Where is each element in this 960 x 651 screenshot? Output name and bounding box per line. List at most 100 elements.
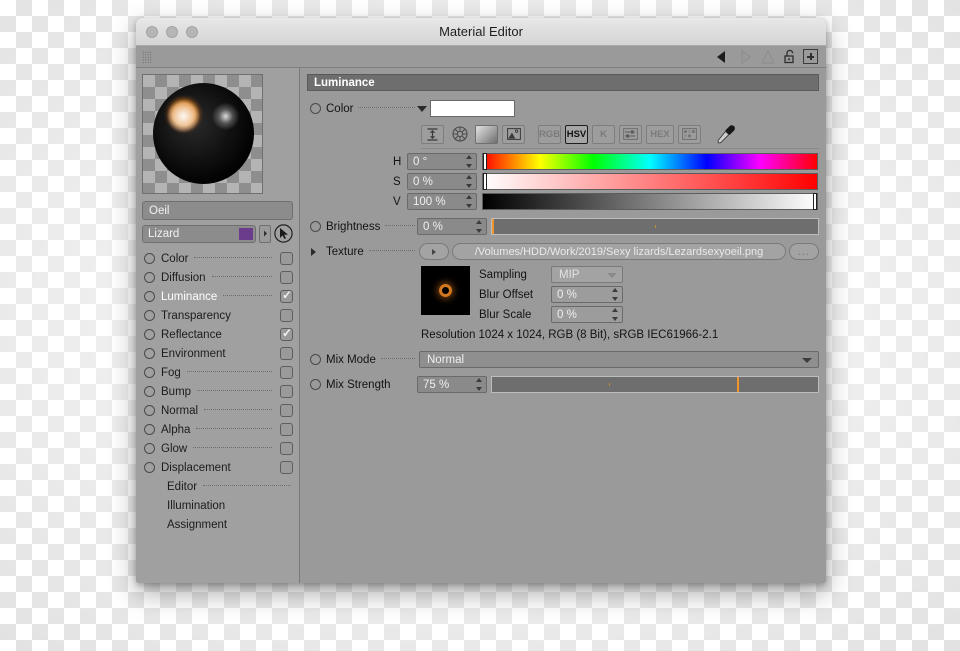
- swatches-button[interactable]: [678, 124, 701, 144]
- channel-row[interactable]: Glow: [142, 439, 293, 458]
- texture-path-field[interactable]: /Volumes/HDD/Work/2019/Sexy lizards/Leza…: [452, 243, 786, 260]
- channel-row-luminance[interactable]: Luminance: [142, 287, 293, 306]
- channel-checkbox[interactable]: [280, 288, 293, 303]
- channel-radio[interactable]: [144, 253, 155, 264]
- mix-strength-value-field[interactable]: 75 %: [417, 376, 487, 393]
- saturation-handle[interactable]: [483, 173, 487, 190]
- channel-row[interactable]: Transparency: [142, 306, 293, 325]
- texture-thumbnail[interactable]: [421, 266, 470, 315]
- value-gradient-slider[interactable]: [482, 193, 818, 210]
- brightness-slider-handle[interactable]: [492, 219, 494, 234]
- channel-row[interactable]: Environment: [142, 344, 293, 363]
- channel-checkbox[interactable]: [280, 442, 293, 455]
- channel-radio[interactable]: [144, 386, 155, 397]
- collapse-icon-button[interactable]: [421, 124, 444, 144]
- channel-radio[interactable]: [144, 424, 155, 435]
- brightness-value-field[interactable]: 0 %: [417, 218, 487, 235]
- channel-checkbox[interactable]: [280, 423, 293, 436]
- value-handle[interactable]: [813, 193, 817, 210]
- channel-radio[interactable]: [144, 329, 155, 340]
- channel-checkbox[interactable]: [280, 461, 293, 474]
- channel-row[interactable]: Color: [142, 249, 293, 268]
- tag-color-swatch[interactable]: [239, 227, 253, 240]
- channel-radio[interactable]: [144, 405, 155, 416]
- channel-row[interactable]: Normal: [142, 401, 293, 420]
- color-mode-hex-button[interactable]: HEX: [646, 124, 674, 144]
- saturation-gradient-slider[interactable]: [482, 173, 818, 190]
- h-stepper[interactable]: [465, 155, 473, 168]
- color-mode-k-button[interactable]: K: [592, 124, 615, 144]
- channel-radio[interactable]: [144, 462, 155, 473]
- channel-row[interactable]: Reflectance: [142, 325, 293, 344]
- hue-gradient-slider[interactable]: [482, 153, 818, 170]
- channel-row[interactable]: Alpha: [142, 420, 293, 439]
- material-preview[interactable]: [142, 74, 263, 194]
- channel-checkbox[interactable]: [280, 404, 293, 417]
- s-stepper[interactable]: [465, 175, 473, 188]
- texture-expand-icon[interactable]: [311, 247, 316, 256]
- pick-cursor-icon[interactable]: [274, 224, 293, 243]
- channel-checkbox[interactable]: [280, 326, 293, 341]
- mix-strength-stepper[interactable]: [475, 378, 483, 391]
- v-value-field[interactable]: 100 %: [407, 193, 477, 210]
- s-value-field[interactable]: 0 %: [407, 173, 477, 190]
- mix-mode-animate-radio[interactable]: [310, 354, 321, 365]
- brightness-stepper[interactable]: [475, 220, 483, 233]
- channel-checkbox[interactable]: [280, 252, 293, 265]
- brightness-animate-radio[interactable]: [310, 221, 321, 232]
- color-wheel-button[interactable]: [448, 125, 471, 144]
- texture-preview-button[interactable]: [419, 243, 449, 260]
- up-arrow-icon[interactable]: [760, 49, 776, 64]
- unlocked-padlock-icon[interactable]: [783, 49, 796, 64]
- hue-handle[interactable]: [483, 153, 487, 170]
- channel-row[interactable]: Displacement: [142, 458, 293, 477]
- channel-row[interactable]: Fog: [142, 363, 293, 382]
- color-mode-rgb-button[interactable]: RGB: [538, 124, 561, 144]
- plus-box-icon[interactable]: [803, 49, 818, 64]
- forward-arrow-icon[interactable]: [737, 49, 753, 64]
- h-value-field[interactable]: 0 °: [407, 153, 477, 170]
- mix-strength-slider[interactable]: [491, 376, 819, 393]
- sampling-select[interactable]: MIP: [551, 266, 623, 283]
- channel-radio[interactable]: [144, 272, 155, 283]
- mix-mode-select[interactable]: Normal: [419, 351, 819, 368]
- channel-row[interactable]: Bump: [142, 382, 293, 401]
- channel-row[interactable]: Diffusion: [142, 268, 293, 287]
- tag-expand-button[interactable]: [259, 224, 271, 243]
- channel-checkbox[interactable]: [280, 271, 293, 284]
- v-stepper[interactable]: [465, 195, 473, 208]
- blur-scale-stepper[interactable]: [611, 308, 619, 321]
- sidebar-item-assignment[interactable]: Assignment: [142, 515, 293, 534]
- brightness-slider[interactable]: [491, 218, 819, 235]
- channel-radio[interactable]: [144, 367, 155, 378]
- toolbar-grip-icon[interactable]: [142, 50, 152, 63]
- blur-offset-field[interactable]: 0 %: [551, 286, 623, 303]
- mix-strength-slider-handle[interactable]: [736, 377, 739, 392]
- eyedropper-icon[interactable]: [715, 124, 737, 144]
- color-swatch[interactable]: [430, 100, 515, 117]
- channel-radio[interactable]: [144, 348, 155, 359]
- back-arrow-icon[interactable]: [714, 50, 730, 64]
- channel-checkbox[interactable]: [280, 309, 293, 322]
- sliders-toggle-button[interactable]: [619, 124, 642, 144]
- rgb-label: RGB: [538, 128, 561, 140]
- blur-scale-field[interactable]: 0 %: [551, 306, 623, 323]
- channel-radio[interactable]: [144, 310, 155, 321]
- texture-browse-button[interactable]: ...: [789, 243, 819, 260]
- channel-checkbox[interactable]: [280, 347, 293, 360]
- tag-name-field[interactable]: Lizard: [142, 224, 256, 243]
- material-name-field[interactable]: Oeil: [142, 201, 293, 220]
- sidebar-item-illumination[interactable]: Illumination: [142, 496, 293, 515]
- gradient-swatch-button[interactable]: [475, 124, 498, 144]
- channel-radio[interactable]: [144, 291, 155, 302]
- channel-radio[interactable]: [144, 443, 155, 454]
- image-picker-button[interactable]: [502, 124, 525, 144]
- mix-strength-animate-radio[interactable]: [310, 379, 321, 390]
- channel-checkbox[interactable]: [280, 385, 293, 398]
- blur-offset-stepper[interactable]: [611, 288, 619, 301]
- color-animate-radio[interactable]: [310, 103, 321, 114]
- color-dropdown-icon[interactable]: [417, 105, 427, 112]
- channel-checkbox[interactable]: [280, 366, 293, 379]
- sidebar-item-editor[interactable]: Editor: [142, 477, 293, 496]
- color-mode-hsv-button[interactable]: HSV: [565, 124, 588, 144]
